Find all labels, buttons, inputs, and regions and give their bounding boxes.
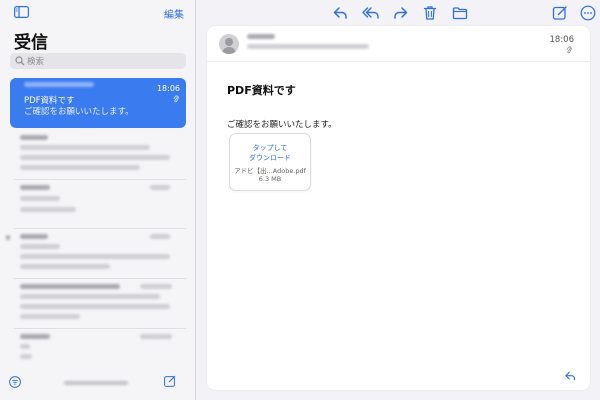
attachment-filename: アドビ【出...Adobe.pdf [234,167,306,175]
mail-item[interactable] [6,231,186,277]
message-view: 18:06 PDF資料です ご確認をお願いいたします。 タップして ダウンロード… [207,26,590,390]
attachment-download-label: ダウンロード [249,154,291,162]
update-status-blurred [64,381,128,385]
mail-preview: ご確認をお願いいたします。 [24,107,134,117]
attachment-size: 6.3 MB [258,175,282,183]
sidebar-bottom-bar [0,366,196,400]
sender-name-blurred [247,34,275,39]
message-header: 18:06 [207,26,590,62]
search-placeholder: 検索 [27,57,45,67]
sidebar-top-bar: 編集 [0,0,196,24]
message-time: 18:06 [549,35,575,45]
reply-icon[interactable] [564,370,576,382]
sidebar-toggle-icon[interactable] [14,6,29,18]
sender-name-blurred [24,82,94,87]
trash-icon[interactable] [422,5,438,21]
message-body: ご確認をお願いいたします。 [227,120,337,130]
attachment-download-tile[interactable]: タップして ダウンロード アドビ【出...Adobe.pdf 6.3 MB [229,133,311,191]
mail-item[interactable] [10,132,186,178]
forward-icon[interactable] [393,5,409,21]
filter-icon[interactable] [9,376,21,388]
search-icon [15,56,25,66]
mail-item-selected[interactable]: PDF資料です ご確認をお願いいたします。 18:06 [10,78,186,128]
attachment-icon [173,95,179,103]
compose-icon[interactable] [164,375,176,387]
search-input[interactable]: 検索 [10,53,186,69]
mail-item[interactable] [10,281,186,327]
mail-item[interactable] [10,182,186,228]
edit-button[interactable]: 編集 [164,6,184,21]
message-toolbar [196,0,600,26]
sender-address-blurred [247,44,369,49]
attachment-icon [566,46,572,54]
message-subject: PDF資料です [227,84,296,97]
sender-avatar [219,34,239,54]
reply-all-icon[interactable] [362,5,380,21]
compose-icon[interactable] [552,5,568,21]
more-icon[interactable] [580,5,596,21]
folder-icon[interactable] [452,5,468,21]
reply-icon[interactable] [332,5,348,21]
attachment-tap-label: タップして [252,144,288,152]
mail-time: 18:06 [156,84,180,93]
mailbox-title: 受信 [14,33,48,53]
sidebar: 編集 受信 検索 PDF資料です ご確認をお願いいたします。 18:06 [0,0,196,400]
